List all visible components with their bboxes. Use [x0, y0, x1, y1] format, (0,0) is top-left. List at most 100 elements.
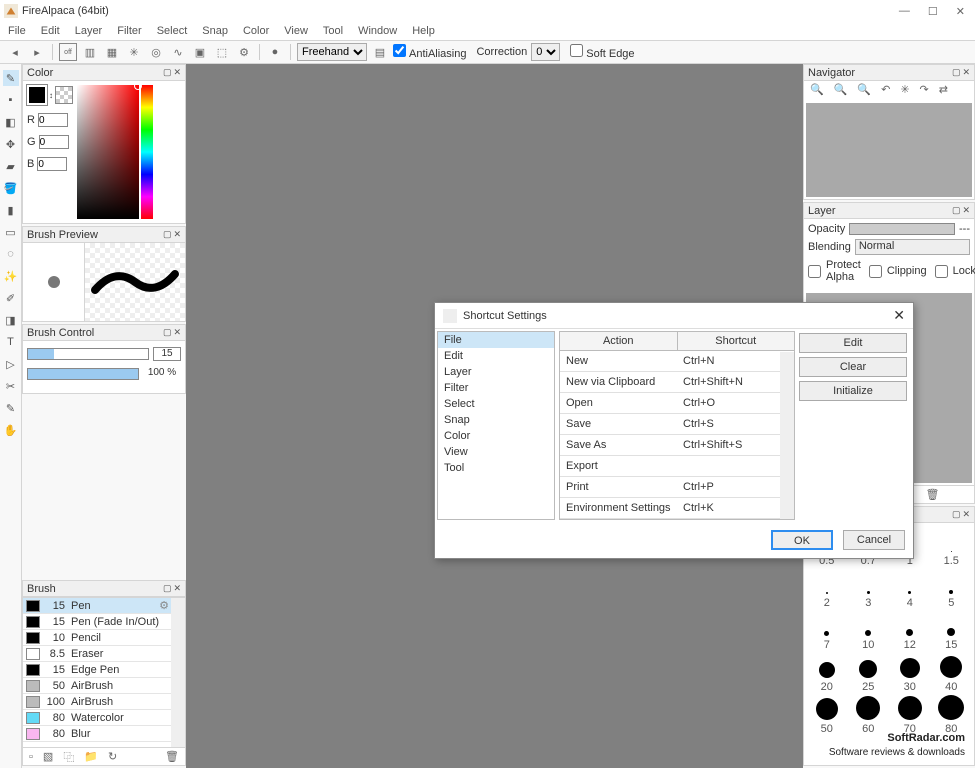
size-slider[interactable]	[27, 348, 149, 360]
protect-alpha-checkbox[interactable]: Protect Alpha	[808, 259, 861, 283]
brush-size-cell[interactable]: 30	[889, 653, 931, 693]
brush-size-cell[interactable]: 1.5	[931, 527, 973, 567]
lock-checkbox[interactable]: Lock	[935, 265, 975, 278]
hue-slider[interactable]	[141, 85, 153, 219]
bucket-tool-icon[interactable]: 🪣	[3, 180, 19, 196]
brush-tool-icon[interactable]: ✎	[3, 70, 19, 86]
hand-tool-icon[interactable]: ✋	[3, 422, 19, 438]
category-item[interactable]: Select	[438, 396, 554, 412]
wand-tool-icon[interactable]: ✨	[3, 268, 19, 284]
menu-window[interactable]: Window	[358, 25, 397, 37]
selpen-tool-icon[interactable]: ✐	[3, 290, 19, 306]
scrollbar[interactable]	[171, 598, 185, 747]
menu-edit[interactable]: Edit	[41, 25, 60, 37]
brush-size-cell[interactable]: 2	[806, 569, 848, 609]
brush-row[interactable]: 8.5Eraser	[23, 646, 185, 662]
initialize-button[interactable]: Initialize	[799, 381, 907, 401]
brush-row[interactable]: 10Pencil	[23, 630, 185, 646]
swap-colors-icon[interactable]: ↕	[49, 91, 53, 100]
brush-row[interactable]: 15Edge Pen	[23, 662, 185, 678]
category-item[interactable]: Tool	[438, 460, 554, 476]
category-list[interactable]: FileEditLayerFilterSelectSnapColorViewTo…	[437, 331, 555, 520]
panel-close-icon[interactable]: ✕	[173, 583, 181, 594]
select-tool-icon[interactable]: ▭	[3, 224, 19, 240]
brush-size-cell[interactable]: 40	[931, 653, 973, 693]
canvas-area[interactable]: Shortcut Settings ✕ FileEditLayerFilterS…	[186, 64, 803, 768]
snap-radial-icon[interactable]: ✳	[125, 43, 143, 61]
shortcut-row[interactable]: Save AsCtrl+Shift+S	[560, 435, 794, 456]
menu-help[interactable]: Help	[412, 25, 435, 37]
opacity-slider[interactable]	[27, 368, 139, 380]
shortcut-row[interactable]: OpenCtrl+O	[560, 393, 794, 414]
panel-undock-icon[interactable]: ▢	[952, 67, 961, 78]
panel-undock-icon[interactable]: ▢	[163, 583, 172, 594]
category-item[interactable]: Color	[438, 428, 554, 444]
layer-opacity-slider[interactable]	[849, 223, 955, 235]
background-swatch[interactable]	[55, 86, 73, 104]
brush-row[interactable]: 80Blur	[23, 726, 185, 742]
redo-icon[interactable]: ▸	[28, 43, 46, 61]
brush-size-cell[interactable]: 4	[889, 569, 931, 609]
panel-close-icon[interactable]: ✕	[962, 509, 970, 520]
snap-3d-icon[interactable]: ⬚	[213, 43, 231, 61]
maximize-button[interactable]: ☐	[928, 5, 938, 18]
menu-snap[interactable]: Snap	[202, 25, 228, 37]
panel-undock-icon[interactable]: ▢	[952, 205, 961, 216]
snap-vanishing-icon[interactable]: ▣	[191, 43, 209, 61]
zoom-in-icon[interactable]: 🔍	[810, 83, 824, 99]
blending-select[interactable]: Normal	[855, 239, 970, 255]
snap-concentric-icon[interactable]: ◎	[147, 43, 165, 61]
dialog-close-icon[interactable]: ✕	[893, 307, 905, 324]
b-input[interactable]	[37, 157, 67, 171]
menu-layer[interactable]: Layer	[75, 25, 103, 37]
shortcut-row[interactable]: SaveCtrl+S	[560, 414, 794, 435]
scrollbar[interactable]	[780, 352, 794, 519]
eraser-tool-icon[interactable]: ◧	[3, 114, 19, 130]
move-tool-icon[interactable]: ✥	[3, 136, 19, 152]
shortcut-row[interactable]: PrintCtrl+P	[560, 477, 794, 498]
menu-file[interactable]: File	[8, 25, 26, 37]
snap-grid-icon[interactable]: ▦	[103, 43, 121, 61]
snap-parallel-icon[interactable]: ▥	[81, 43, 99, 61]
size-value[interactable]: 15	[153, 347, 181, 361]
record-icon[interactable]: ●	[266, 43, 284, 61]
antialiasing-checkbox[interactable]: AntiAliasing	[393, 44, 466, 60]
brush-size-cell[interactable]: 20	[806, 653, 848, 693]
r-input[interactable]	[38, 113, 68, 127]
panel-undock-icon[interactable]: ▢	[163, 327, 172, 338]
menu-select[interactable]: Select	[157, 25, 188, 37]
navigator-view[interactable]	[806, 103, 972, 197]
gradient-tool-icon[interactable]: ▮	[3, 202, 19, 218]
lasso-tool-icon[interactable]: ◌	[3, 246, 19, 262]
dot-tool-icon[interactable]: ▪	[3, 92, 19, 108]
rotate-reset-icon[interactable]: ✳	[900, 83, 909, 99]
category-item[interactable]: Layer	[438, 364, 554, 380]
category-item[interactable]: Edit	[438, 348, 554, 364]
brush-row[interactable]: 15Pen (Fade In/Out)	[23, 614, 185, 630]
edit-button[interactable]: Edit	[799, 333, 907, 353]
category-item[interactable]: Snap	[438, 412, 554, 428]
rotate-left-icon[interactable]: ↶	[881, 83, 890, 99]
brush-size-cell[interactable]: 5	[931, 569, 973, 609]
menu-view[interactable]: View	[284, 25, 308, 37]
brush-size-cell[interactable]: 12	[889, 611, 931, 651]
delete-layer-icon[interactable]: 🗑	[926, 488, 940, 501]
menu-filter[interactable]: Filter	[117, 25, 141, 37]
panel-close-icon[interactable]: ✕	[962, 67, 970, 78]
brush-size-cell[interactable]: 10	[848, 611, 890, 651]
shortcut-row[interactable]: Environment SettingsCtrl+K	[560, 498, 794, 519]
correction-select[interactable]: 0	[531, 43, 560, 61]
delete-brush-icon[interactable]: 🗑	[165, 750, 179, 763]
brush-row[interactable]: 100AirBrush	[23, 694, 185, 710]
add-brush-icon[interactable]: ▫	[29, 751, 33, 763]
text-tool-icon[interactable]: T	[3, 334, 19, 350]
brush-size-cell[interactable]: 25	[848, 653, 890, 693]
panel-undock-icon[interactable]: ▢	[163, 67, 172, 78]
snap-settings-icon[interactable]: ⚙	[235, 43, 253, 61]
undo-icon[interactable]: ◂	[6, 43, 24, 61]
zoom-fit-icon[interactable]: 🔍	[857, 83, 871, 99]
brush-size-cell[interactable]: 15	[931, 611, 973, 651]
snap-curve-icon[interactable]: ∿	[169, 43, 187, 61]
panel-close-icon[interactable]: ✕	[173, 67, 181, 78]
divide-tool-icon[interactable]: ✂	[3, 378, 19, 394]
